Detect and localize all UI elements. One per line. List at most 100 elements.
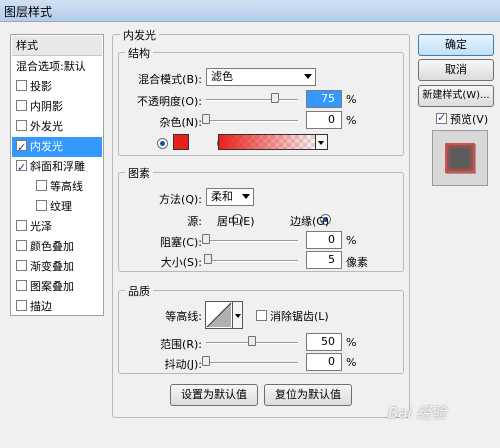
elements-title: 图素	[125, 165, 153, 181]
reset-default-button[interactable]: 复位为默认值	[264, 384, 352, 406]
size-slider[interactable]	[206, 260, 298, 262]
noise-slider[interactable]	[206, 120, 298, 122]
contour-linear-icon	[206, 302, 232, 328]
jitter-label: 抖动(J):	[164, 358, 202, 371]
sidebar-item[interactable]: 纹理	[12, 197, 102, 217]
solid-color-radio[interactable]	[157, 138, 168, 149]
blend-mode-select[interactable]: 滤色	[206, 68, 316, 86]
preview-label: 预览(V)	[450, 113, 489, 126]
sidebar-item-label: 内阴影	[30, 100, 63, 113]
sidebar-item-checkbox[interactable]	[36, 200, 47, 211]
size-label: 大小(S):	[160, 256, 202, 269]
sidebar-item[interactable]: 内阴影	[12, 97, 102, 117]
technique-value: 柔和	[211, 190, 233, 203]
sidebar-item[interactable]: 渐变叠加	[12, 257, 102, 277]
preview-checkbox[interactable]: 预览(V)	[436, 111, 488, 127]
jitter-input[interactable]: 0	[306, 353, 342, 371]
sidebar-item-label: 等高线	[50, 180, 83, 193]
noise-label: 杂色(N):	[159, 116, 202, 129]
choke-slider[interactable]	[206, 240, 298, 242]
sidebar-item[interactable]: 内发光	[12, 137, 102, 158]
cancel-button[interactable]: 取消	[418, 59, 494, 81]
sidebar-item-checkbox[interactable]	[16, 80, 27, 91]
sidebar-item-label: 描边	[30, 300, 52, 313]
sidebar-item-checkbox[interactable]	[16, 158, 27, 178]
antialias-checkbox-box[interactable]	[256, 310, 267, 321]
noise-input[interactable]: 0	[306, 111, 342, 129]
noise-unit: %	[346, 114, 357, 127]
sidebar-item[interactable]: 斜面和浮雕	[12, 157, 102, 178]
gradient-picker[interactable]	[218, 134, 316, 150]
chevron-down-icon	[235, 314, 241, 318]
sidebar-item-label: 颜色叠加	[30, 240, 74, 253]
size-input[interactable]: 5	[306, 251, 342, 269]
chevron-down-icon	[242, 194, 250, 199]
sidebar-item-checkbox[interactable]	[16, 280, 27, 291]
noise-slider-thumb[interactable]	[202, 114, 210, 124]
contour-label: 等高线:	[165, 310, 202, 323]
sidebar-item-checkbox[interactable]	[16, 300, 27, 311]
opacity-input[interactable]: 75	[306, 90, 342, 108]
sidebar-item[interactable]: 光泽	[12, 217, 102, 237]
opacity-slider-thumb[interactable]	[271, 93, 279, 103]
technique-select[interactable]: 柔和	[206, 188, 254, 206]
choke-unit: %	[346, 234, 357, 247]
source-edge-label[interactable]: 边缘(G)	[290, 213, 329, 229]
title-bar: 图层样式	[0, 0, 500, 22]
blend-mode-label: 混合模式(B):	[138, 73, 202, 86]
sidebar-item-checkbox[interactable]	[16, 138, 27, 158]
sidebar-item-label: 纹理	[50, 200, 72, 213]
sidebar-item-checkbox[interactable]	[16, 260, 27, 271]
range-unit: %	[346, 336, 357, 349]
jitter-slider-thumb[interactable]	[202, 356, 210, 366]
sidebar-item[interactable]: 描边	[12, 297, 102, 317]
antialias-label: 消除锯齿(L)	[270, 310, 329, 323]
chevron-down-icon	[318, 141, 324, 145]
sidebar-item-checkbox[interactable]	[16, 240, 27, 251]
sidebar-item-label: 内发光	[30, 140, 63, 153]
preview-checkbox-box[interactable]	[436, 111, 447, 124]
size-unit: 像素	[346, 256, 368, 269]
sidebar-item-label: 斜面和浮雕	[30, 160, 85, 173]
sidebar-item-label: 光泽	[30, 220, 52, 233]
new-style-button[interactable]: 新建样式(W)...	[418, 85, 494, 107]
choke-input[interactable]: 0	[306, 231, 342, 249]
make-default-button[interactable]: 设置为默认值	[170, 384, 258, 406]
ok-button[interactable]: 确定	[418, 34, 494, 56]
panel-title: 内发光	[120, 27, 159, 43]
sidebar-item-label: 投影	[30, 80, 52, 93]
preview-swatch	[445, 143, 475, 173]
sidebar-item[interactable]: 外发光	[12, 117, 102, 137]
jitter-unit: %	[346, 356, 357, 369]
sidebar-item[interactable]: 等高线	[12, 177, 102, 197]
opacity-unit: %	[346, 93, 357, 106]
opacity-label: 不透明度(O):	[137, 95, 202, 108]
quality-title: 品质	[125, 283, 153, 299]
sidebar-item-checkbox[interactable]	[16, 100, 27, 111]
choke-slider-thumb[interactable]	[202, 234, 210, 244]
sidebar-item[interactable]: 图案叠加	[12, 277, 102, 297]
sidebar-item[interactable]: 投影	[12, 77, 102, 97]
sidebar-item-checkbox[interactable]	[16, 120, 27, 131]
sidebar-item-label: 图案叠加	[30, 280, 74, 293]
size-slider-thumb[interactable]	[203, 254, 212, 264]
sidebar-item[interactable]: 混合选项:默认	[12, 57, 102, 77]
technique-label: 方法(Q):	[159, 193, 202, 206]
gradient-dropdown[interactable]	[316, 134, 328, 150]
choke-label: 阻塞(C):	[160, 236, 202, 249]
jitter-slider[interactable]	[206, 362, 298, 364]
glow-color-swatch[interactable]	[173, 134, 189, 150]
antialias-checkbox[interactable]: 消除锯齿(L)	[256, 308, 329, 324]
range-slider-thumb[interactable]	[248, 336, 256, 346]
contour-picker[interactable]	[205, 301, 233, 329]
opacity-slider[interactable]	[206, 99, 298, 101]
range-input[interactable]: 50	[306, 333, 342, 351]
watermark-logo: Bai 经验	[388, 404, 447, 422]
sidebar-item-checkbox[interactable]	[36, 180, 47, 191]
sidebar-item[interactable]: 颜色叠加	[12, 237, 102, 257]
contour-dropdown[interactable]	[233, 301, 243, 329]
source-center-label[interactable]: 居中(E)	[217, 213, 255, 229]
sidebar-item-checkbox[interactable]	[16, 220, 27, 231]
source-label: 源:	[187, 215, 202, 228]
styles-header[interactable]: 样式	[12, 36, 102, 56]
